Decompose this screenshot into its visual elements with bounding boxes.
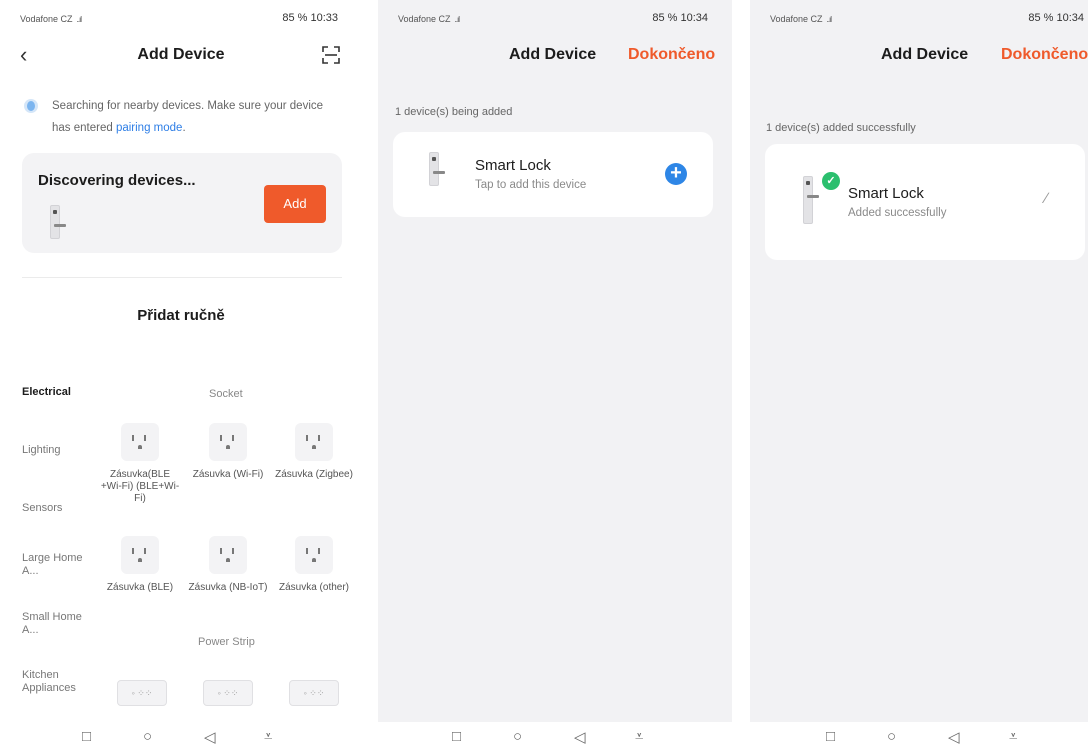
device-card[interactable]: Smart Lock Tap to add this device + bbox=[393, 132, 713, 217]
added-count-label: 1 device(s) added successfully bbox=[766, 122, 916, 134]
device-desc: Tap to add this device bbox=[475, 179, 587, 191]
header: Add Device Dokončeno bbox=[378, 40, 732, 74]
socket-icon bbox=[209, 536, 247, 574]
power-strip-icon[interactable]: ◦ ⁘⁘ bbox=[117, 680, 167, 706]
add-device-screen-adding: Vodafone CZ ..ıl 85 % 10:34 Add Device Do… bbox=[378, 0, 732, 754]
device-card[interactable]: ✓ Smart Lock Added successfully ∕ bbox=[765, 144, 1085, 260]
signal-icon: ..ıl bbox=[454, 15, 461, 24]
category-electrical[interactable]: Electrical bbox=[22, 386, 102, 399]
home-icon[interactable]: ○ bbox=[143, 728, 152, 745]
product-label: Zásuvka (BLE) bbox=[106, 582, 174, 593]
header: Add Device Dokončeno bbox=[750, 40, 1088, 74]
header: ‹ Add Device bbox=[0, 40, 362, 74]
divider bbox=[22, 277, 342, 278]
smart-lock-icon bbox=[429, 152, 445, 186]
product-label: Zásuvka(BLE +Wi-Fi) (BLE+Wi-Fi) bbox=[100, 469, 180, 504]
system-nav-bar: □ ○ ◁ ⩡ bbox=[378, 722, 732, 754]
menu-icon[interactable]: ⩡ bbox=[264, 728, 272, 745]
product-label: Zásuvka (NB-IoT) bbox=[188, 582, 268, 593]
carrier-label: Vodafone CZ ..ıl bbox=[20, 14, 83, 24]
recents-icon[interactable]: □ bbox=[82, 728, 91, 745]
check-icon: ✓ bbox=[822, 172, 840, 190]
smart-lock-icon bbox=[50, 205, 66, 239]
product-socket-other[interactable]: Zásuvka (other) bbox=[274, 536, 354, 594]
product-socket-ble[interactable]: Zásuvka (BLE) bbox=[100, 536, 180, 594]
pairing-mode-link[interactable]: pairing mode bbox=[116, 122, 182, 134]
socket-icon bbox=[209, 423, 247, 461]
device-name: Smart Lock bbox=[475, 157, 551, 174]
group-power-strip: Power Strip bbox=[198, 636, 255, 648]
product-label: Zásuvka (Zigbee) bbox=[275, 469, 353, 480]
smart-lock-icon bbox=[803, 176, 819, 224]
home-icon[interactable]: ○ bbox=[513, 728, 522, 745]
category-sensors[interactable]: Sensors bbox=[22, 502, 102, 515]
add-device-screen-success: Vodafone CZ ..ıl 85 % 10:34 Add Device Do… bbox=[750, 0, 1088, 754]
signal-icon: ..ıl bbox=[826, 15, 833, 24]
page-title: Add Device bbox=[881, 46, 969, 63]
socket-icon bbox=[295, 536, 333, 574]
discovering-title: Discovering devices... bbox=[38, 172, 196, 189]
menu-icon[interactable]: ⩡ bbox=[635, 728, 643, 745]
home-icon[interactable]: ○ bbox=[887, 728, 896, 745]
status-right: 85 % 10:34 bbox=[652, 12, 708, 24]
status-bar: Vodafone CZ ..ıl 85 % 10:34 bbox=[378, 0, 732, 36]
plus-icon[interactable]: + bbox=[665, 163, 687, 185]
discovered-devices-card: Discovering devices... Add bbox=[22, 153, 342, 253]
status-right: 85 % 10:33 bbox=[282, 12, 338, 24]
product-socket-nb-iot[interactable]: Zásuvka (NB-IoT) bbox=[188, 536, 268, 594]
socket-icon bbox=[121, 423, 159, 461]
carrier-label: Vodafone CZ ..ıl bbox=[770, 14, 833, 24]
status-bar: Vodafone CZ ..ıl 85 % 10:33 bbox=[0, 0, 362, 36]
search-tip: Searching for nearby devices. Make sure … bbox=[24, 95, 344, 139]
socket-icon bbox=[121, 536, 159, 574]
tip-end: . bbox=[182, 122, 186, 134]
product-label: Zásuvka (Wi-Fi) bbox=[192, 469, 264, 480]
done-button[interactable]: Dokončeno bbox=[1001, 46, 1088, 64]
add-device-screen-searching: Vodafone CZ ..ıl 85 % 10:33 ‹ Add Device … bbox=[0, 0, 362, 754]
add-button[interactable]: Add bbox=[264, 185, 326, 223]
recents-icon[interactable]: □ bbox=[826, 728, 835, 745]
product-socket-wifi[interactable]: Zásuvka (Wi-Fi) bbox=[188, 423, 268, 481]
product-socket-ble-wifi[interactable]: Zásuvka(BLE +Wi-Fi) (BLE+Wi-Fi) bbox=[100, 423, 180, 505]
category-kitchen-appliances[interactable]: Kitchen Appliances bbox=[22, 669, 84, 695]
category-large-home-appliances[interactable]: Large Home A... bbox=[22, 552, 84, 578]
carrier-label: Vodafone CZ ..ıl bbox=[398, 14, 461, 24]
category-small-home-appliances[interactable]: Small Home A... bbox=[22, 611, 84, 637]
product-label: Zásuvka (other) bbox=[278, 582, 350, 593]
group-socket: Socket bbox=[209, 388, 243, 400]
edit-icon[interactable]: ∕ bbox=[1045, 190, 1048, 207]
back-icon[interactable]: ◁ bbox=[948, 728, 960, 746]
device-desc: Added successfully bbox=[848, 207, 947, 219]
menu-icon[interactable]: ⩡ bbox=[1009, 728, 1017, 745]
status-bar: Vodafone CZ ..ıl 85 % 10:34 bbox=[750, 0, 1088, 36]
back-icon[interactable]: ◁ bbox=[204, 728, 216, 746]
done-button[interactable]: Dokončeno bbox=[628, 46, 715, 64]
recents-icon[interactable]: □ bbox=[452, 728, 461, 745]
category-lighting[interactable]: Lighting bbox=[22, 444, 102, 457]
power-strip-icon[interactable]: ◦ ⁘⁘ bbox=[203, 680, 253, 706]
tip-text: Searching for nearby devices. Make sure … bbox=[52, 100, 324, 134]
signal-icon: ..ıl bbox=[76, 15, 83, 24]
bluetooth-search-icon bbox=[24, 99, 38, 113]
power-strip-icon[interactable]: ◦ ⁘⁘ bbox=[289, 680, 339, 706]
device-name: Smart Lock bbox=[848, 185, 924, 202]
adding-count-label: 1 device(s) being added bbox=[395, 106, 513, 118]
scan-icon[interactable] bbox=[322, 46, 340, 64]
socket-icon bbox=[295, 423, 333, 461]
system-nav-bar: □ ○ ◁ ⩡ bbox=[0, 722, 362, 754]
system-nav-bar: □ ○ ◁ ⩡ bbox=[750, 722, 1088, 754]
back-icon[interactable]: ◁ bbox=[574, 728, 586, 746]
status-right: 85 % 10:34 bbox=[1028, 12, 1084, 24]
product-socket-zigbee[interactable]: Zásuvka (Zigbee) bbox=[274, 423, 354, 481]
page-title: Add Device bbox=[137, 46, 225, 63]
manual-add-title: Přidat ručně bbox=[137, 307, 225, 324]
